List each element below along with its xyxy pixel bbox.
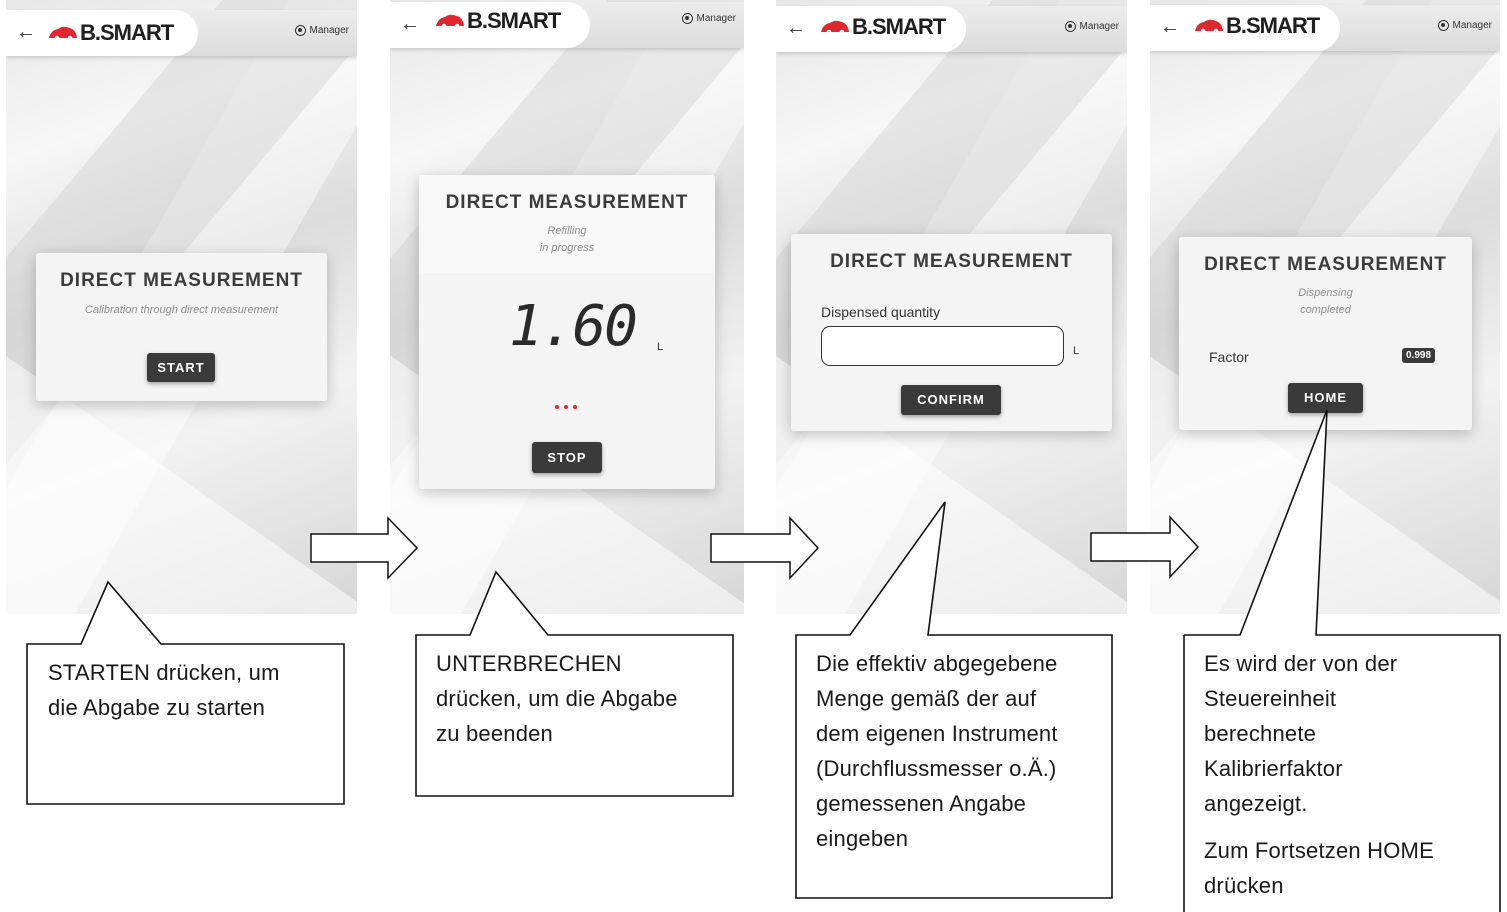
- direct-measurement-card: DIRECT MEASUREMENT Dispensing completed …: [1179, 237, 1472, 430]
- progress-dots: [555, 405, 577, 409]
- logo-text: B.SMART: [1226, 13, 1320, 38]
- user-menu[interactable]: Manager: [681, 13, 736, 24]
- status-line-1: Refilling: [547, 225, 587, 237]
- progress-dot: [573, 405, 577, 409]
- user-menu[interactable]: Manager: [1437, 20, 1492, 31]
- user-name: Manager: [309, 25, 349, 36]
- callout-line: Die effektiv abgegebene: [816, 651, 1058, 676]
- car-logo-icon: [49, 26, 77, 41]
- logo-text: B.SMART: [467, 8, 561, 33]
- factor-label: Factor: [1209, 349, 1249, 365]
- user-circle-icon: [681, 13, 693, 24]
- card-title: DIRECT MEASUREMENT: [1204, 254, 1447, 275]
- callout-line: Kalibrierfaktor: [1204, 756, 1343, 781]
- user-name: Manager: [1079, 21, 1119, 32]
- field-label: Dispensed quantity: [821, 304, 941, 320]
- app-header: ← B.SMART Manager: [776, 6, 1127, 52]
- callout-line: Steuereinheit: [1204, 686, 1337, 711]
- back-arrow-icon[interactable]: ←: [400, 12, 420, 36]
- user-circle-icon: [1064, 21, 1076, 32]
- card-subtitle: Calibration through direct measurement: [84, 304, 279, 316]
- callout-line: Es wird der von der: [1204, 651, 1398, 676]
- callout-start: STARTEN drücken, um die Abgabe zu starte…: [48, 655, 338, 725]
- confirm-button[interactable]: CONFIRM: [901, 385, 1001, 415]
- logo: B.SMART: [820, 14, 946, 39]
- callout-line-text: Zum Fortsetzen: [1204, 838, 1368, 863]
- reading-unit: L: [657, 341, 664, 353]
- callout-line: Menge gemäß der auf: [816, 686, 1037, 711]
- callout-bold: STARTEN: [48, 660, 151, 685]
- callout-line-text: drücken, um: [150, 660, 280, 685]
- callout-line: berechnete: [1204, 721, 1317, 746]
- screen-refilling: ← B.SMART Manager DIRECT MEASUREMENT Ref…: [390, 0, 744, 614]
- direct-measurement-card: DIRECT MEASUREMENT Dispensed quantity L …: [791, 234, 1112, 431]
- logo: B.SMART: [48, 20, 174, 45]
- stop-button[interactable]: STOP: [532, 442, 602, 473]
- direct-measurement-card: DIRECT MEASUREMENT Calibration through d…: [36, 253, 327, 401]
- callout-line: eingeben: [816, 826, 909, 851]
- screen-confirm: ← B.SMART Manager DIRECT MEASUREMENT Dis…: [776, 0, 1127, 614]
- callout-bold: HOME: [1367, 838, 1434, 863]
- callout-line: Zum Fortsetzen HOME: [1204, 833, 1499, 868]
- screen-start: ← B.SMART Manager DIRECT MEASUREMENT Cal…: [6, 0, 357, 614]
- car-logo-icon: [436, 14, 464, 29]
- factor-value-badge: 0.998: [1402, 348, 1436, 363]
- car-logo-icon: [1195, 19, 1223, 34]
- callout-line: STARTEN drücken, um: [48, 655, 338, 690]
- app-header: ← B.SMART Manager: [6, 10, 357, 56]
- app-header: ← B.SMART Manager: [390, 2, 744, 48]
- user-circle-icon: [1437, 20, 1449, 31]
- progress-dot: [564, 405, 568, 409]
- home-button[interactable]: HOME: [1288, 383, 1363, 413]
- callout-line: drücken, um die Abgabe: [436, 686, 678, 711]
- callout-line: dem eigenen Instrument: [816, 721, 1058, 746]
- back-arrow-icon[interactable]: ←: [786, 16, 806, 40]
- logo: B.SMART: [435, 8, 561, 33]
- direct-measurement-card: DIRECT MEASUREMENT Refilling in progress…: [419, 175, 715, 489]
- start-button[interactable]: START: [147, 353, 215, 382]
- card-title: DIRECT MEASUREMENT: [60, 270, 303, 291]
- callout-stop: UNTERBRECHEN drücken, um die Abgabe zu b…: [436, 646, 726, 751]
- callout-line: (Durchflussmesser o.Ä.): [816, 756, 1057, 781]
- callout-line: die Abgabe zu starten: [48, 695, 266, 720]
- status-line-2: completed: [1300, 304, 1351, 316]
- user-menu[interactable]: Manager: [294, 25, 349, 36]
- screen-completed: ← B.SMART Manager DIRECT MEASUREMENT Dis…: [1150, 0, 1500, 614]
- logo-text: B.SMART: [852, 14, 946, 39]
- user-name: Manager: [1452, 20, 1492, 31]
- dispensed-quantity-input[interactable]: [821, 326, 1064, 366]
- car-logo-icon: [821, 20, 849, 35]
- logo-text: B.SMART: [80, 20, 174, 45]
- progress-dot: [555, 405, 559, 409]
- callout-line: zu beenden: [436, 721, 553, 746]
- card-title: DIRECT MEASUREMENT: [830, 251, 1073, 272]
- user-name: Manager: [696, 13, 736, 24]
- input-unit: L: [1073, 345, 1080, 357]
- back-arrow-icon[interactable]: ←: [1160, 15, 1180, 39]
- digital-reading: 1.60: [509, 294, 638, 359]
- user-circle-icon: [294, 25, 306, 36]
- callout-confirm: Die effektiv abgegebene Menge gemäß der …: [816, 646, 1106, 856]
- status-line-2: in progress: [539, 242, 595, 254]
- app-header: ← B.SMART Manager: [1150, 5, 1500, 51]
- card-title: DIRECT MEASUREMENT: [445, 192, 689, 213]
- callout-line: drücken: [1204, 873, 1284, 898]
- status-line-1: Dispensing: [1298, 287, 1353, 299]
- logo: B.SMART: [1194, 13, 1320, 38]
- back-arrow-icon[interactable]: ←: [16, 20, 36, 44]
- callout-bold: UNTERBRECHEN: [436, 651, 622, 676]
- user-menu[interactable]: Manager: [1064, 21, 1119, 32]
- callout-line: angezeigt.: [1204, 791, 1308, 816]
- callout-line: gemessenen Angabe: [816, 791, 1027, 816]
- callout-home: Es wird der von der Steuereinheit berech…: [1204, 646, 1499, 903]
